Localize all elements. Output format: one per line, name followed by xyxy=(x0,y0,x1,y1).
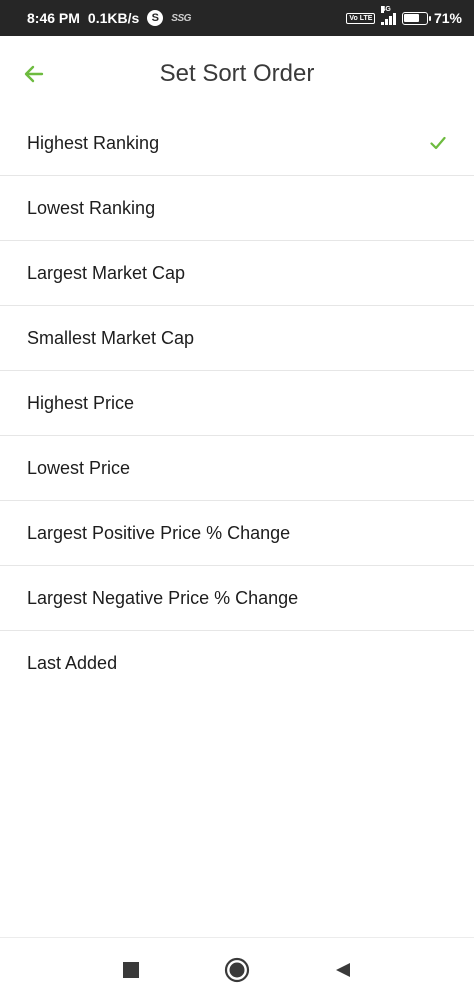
signal-icon: 4G xyxy=(381,5,396,25)
sort-option[interactable]: Lowest Ranking xyxy=(0,176,474,241)
sort-option[interactable]: Lowest Price xyxy=(0,436,474,501)
status-speed: 0.1KB/s xyxy=(87,10,140,26)
sort-option[interactable]: Largest Positive Price % Change xyxy=(0,501,474,566)
sort-option[interactable]: Highest Price xyxy=(0,371,474,436)
sort-option-label: Highest Ranking xyxy=(27,132,160,153)
volte-icon: Vo LTE xyxy=(346,12,376,24)
battery-percent: 71% xyxy=(433,10,462,26)
triangle-back-icon xyxy=(336,962,350,977)
app-badge-icon: S xyxy=(147,10,164,26)
status-left: 8:46 PM 0.1KB/s S SSG xyxy=(27,10,191,26)
sort-option-label: Largest Market Cap xyxy=(27,262,186,283)
recents-button[interactable] xyxy=(117,956,145,984)
sort-option-label: Smallest Market Cap xyxy=(27,327,195,348)
arrow-left-icon xyxy=(24,65,44,83)
system-back-button[interactable] xyxy=(329,956,357,984)
network-type: 4G xyxy=(381,5,391,13)
check-icon xyxy=(429,134,447,152)
sort-option-label: Largest Positive Price % Change xyxy=(27,522,291,543)
page-title: Set Sort Order xyxy=(159,60,315,87)
sort-option-label: Last Added xyxy=(27,653,118,673)
sort-option[interactable]: Highest Ranking xyxy=(0,111,474,176)
sort-option-label: Lowest Ranking xyxy=(27,197,156,218)
sort-options-list: Highest Ranking Lowest Ranking Largest Mar… xyxy=(0,111,474,696)
home-button[interactable] xyxy=(223,956,251,984)
battery-icon xyxy=(401,11,431,25)
circle-icon xyxy=(224,957,250,982)
sort-option-label: Largest Negative Price % Change xyxy=(27,587,299,608)
square-icon xyxy=(123,961,139,978)
status-bar: 8:46 PM 0.1KB/s S SSG Vo LTE 4G 71% xyxy=(0,0,474,36)
sort-option[interactable]: Smallest Market Cap xyxy=(0,306,474,371)
sort-option[interactable]: Largest Negative Price % Change xyxy=(0,566,474,631)
system-nav-bar xyxy=(0,937,474,1001)
carrier-tag: SSG xyxy=(171,12,191,24)
sort-option[interactable]: Largest Market Cap xyxy=(0,241,474,306)
sort-option-label: Highest Price xyxy=(27,392,135,413)
battery-level xyxy=(404,14,420,22)
sort-option[interactable]: Last Added xyxy=(0,631,474,696)
status-time: 8:46 PM xyxy=(27,10,80,26)
sort-option-label: Lowest Price xyxy=(27,457,131,478)
app-header: Set Sort Order xyxy=(0,36,474,112)
back-button[interactable] xyxy=(18,58,50,90)
status-right: Vo LTE 4G 71% xyxy=(346,5,462,26)
